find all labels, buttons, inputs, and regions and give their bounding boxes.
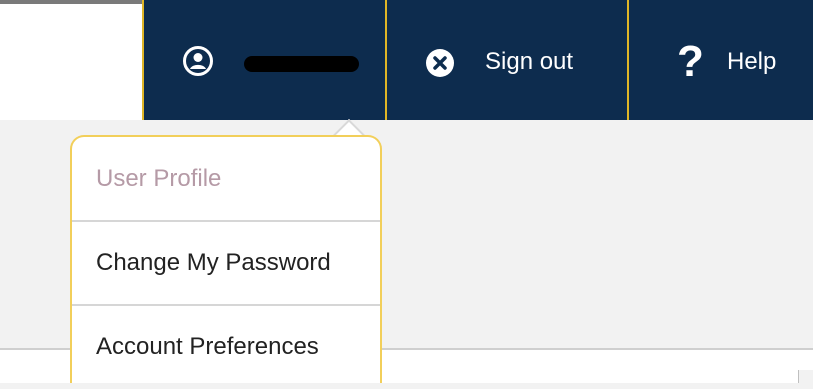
menu-item-label: Change My Password [96,249,331,276]
menu-item-change-password[interactable]: Change My Password [72,221,380,305]
sign-out-label: Sign out [485,48,574,75]
sign-out-button[interactable]: Sign out [387,0,627,120]
question-mark-icon: ? [677,37,704,86]
menu-item-label: User Profile [96,165,222,192]
menu-item-label: Account Preferences [96,333,319,360]
help-label: Help [727,48,777,75]
close-circle-icon [425,48,455,85]
help-button[interactable]: ? Help [629,0,813,120]
user-dropdown-menu: User Profile Change My Password Account … [70,135,382,383]
top-left-border [0,0,142,4]
menu-item-user-profile[interactable]: User Profile [72,137,380,221]
user-circle-icon [182,45,214,84]
user-menu-button[interactable] [142,0,385,120]
content-area-edge [798,370,813,383]
redacted-username [244,56,359,72]
menu-item-account-preferences[interactable]: Account Preferences [72,305,380,389]
top-left-blank-area [0,0,142,120]
